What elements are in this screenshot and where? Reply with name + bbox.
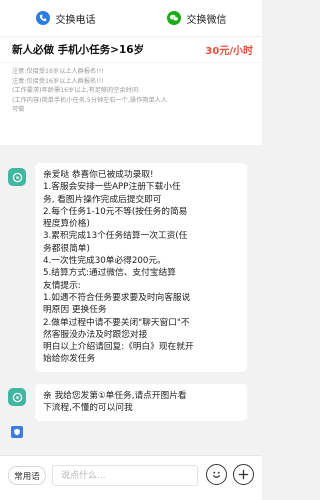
- message-line: 5.结算方式:通过微信、支付宝结算: [43, 268, 176, 279]
- recruiter-avatar[interactable]: [8, 168, 26, 186]
- message-line: 3.累积完成13个任务结算一次工资(任: [43, 231, 188, 242]
- recruiter-avatar[interactable]: [8, 388, 26, 406]
- job-notice: 注意:仅接受16岁以上人群报名!!! 注意:仅接受16岁以上人群报名!!! (工…: [0, 63, 262, 145]
- message-line: 2.做单过程中请不要关闭"聊天窗口"不: [43, 317, 190, 328]
- message-line: 务, 看图片操作完成后提交即可: [43, 194, 162, 205]
- wechat-icon: [166, 11, 181, 25]
- notice-line: 可做: [12, 106, 25, 113]
- exchange-wechat-label: 交换微信: [186, 14, 227, 26]
- phone-icon: [35, 11, 50, 25]
- message-bubble: 亲爱哒 恭喜你已被成功录取! 1.客服会安排一些APP注册下载小任 务, 看图片…: [35, 163, 247, 372]
- notice-line: 注意:仅接受16岁以上人群报名!!!: [12, 68, 104, 75]
- message-line: 明原因 更换任务: [43, 305, 107, 316]
- shield-icon[interactable]: [11, 426, 23, 438]
- exchange-phone-label: 交换电话: [55, 14, 96, 26]
- message-line: 务都很简单): [43, 243, 90, 254]
- message-line: 亲爱哒 恭喜你已被成功录取!: [43, 170, 154, 180]
- message-line: 始给你发任务: [43, 354, 96, 365]
- quick-phrases-button[interactable]: 常用语: [8, 466, 46, 485]
- exchange-phone-button[interactable]: 交换电话: [0, 11, 131, 26]
- job-salary: 30元/小时: [205, 46, 253, 57]
- message-input-bar: 常用语: [0, 455, 262, 500]
- message-line: 1.如遇不符合任务要求要及时向客服说: [43, 292, 191, 303]
- message-line: 然客服没办法及时跟您对接: [43, 329, 148, 340]
- message-line: 下流程,不懂的可以问我: [43, 403, 133, 414]
- top-action-bar: 交换电话 交换微信: [0, 0, 262, 36]
- notice-line: (工作内容)简单手机小任务,5分钟左右一个,操作简单人人: [12, 96, 168, 104]
- exchange-wechat-button[interactable]: 交换微信: [131, 11, 262, 26]
- message-line: 明白以上介绍请回复:《明白》现在就开: [43, 342, 194, 353]
- emoji-icon[interactable]: [206, 464, 227, 485]
- message-line: 1.客服会安排一些APP注册下载小任: [43, 182, 181, 193]
- message-line: 2.每个任务1-10元不等(按任务的简易: [43, 206, 188, 217]
- plus-icon[interactable]: [233, 464, 254, 485]
- job-header[interactable]: 新人必做 手机小任务>16岁 30元/小时: [0, 36, 262, 62]
- message-input[interactable]: [52, 465, 198, 486]
- message-line: 程度算价格): [43, 219, 90, 230]
- job-title: 新人必做 手机小任务>16岁: [12, 44, 145, 56]
- message-line: 友情提示:: [43, 280, 81, 291]
- notice-line: 注意:仅接受16岁以上人群报名!!!: [12, 77, 104, 85]
- notice-line: (工作要求)年龄需16岁以上,有足够的空余时间:: [12, 87, 141, 94]
- message-line: 4.一次性完成30单必得200元。: [43, 256, 166, 267]
- message-bubble: 亲 我给您发第①单任务,请点开图片看 下流程,不懂的可以问我: [35, 384, 247, 421]
- message-line: 亲 我给您发第①单任务,请点开图片看: [43, 391, 187, 401]
